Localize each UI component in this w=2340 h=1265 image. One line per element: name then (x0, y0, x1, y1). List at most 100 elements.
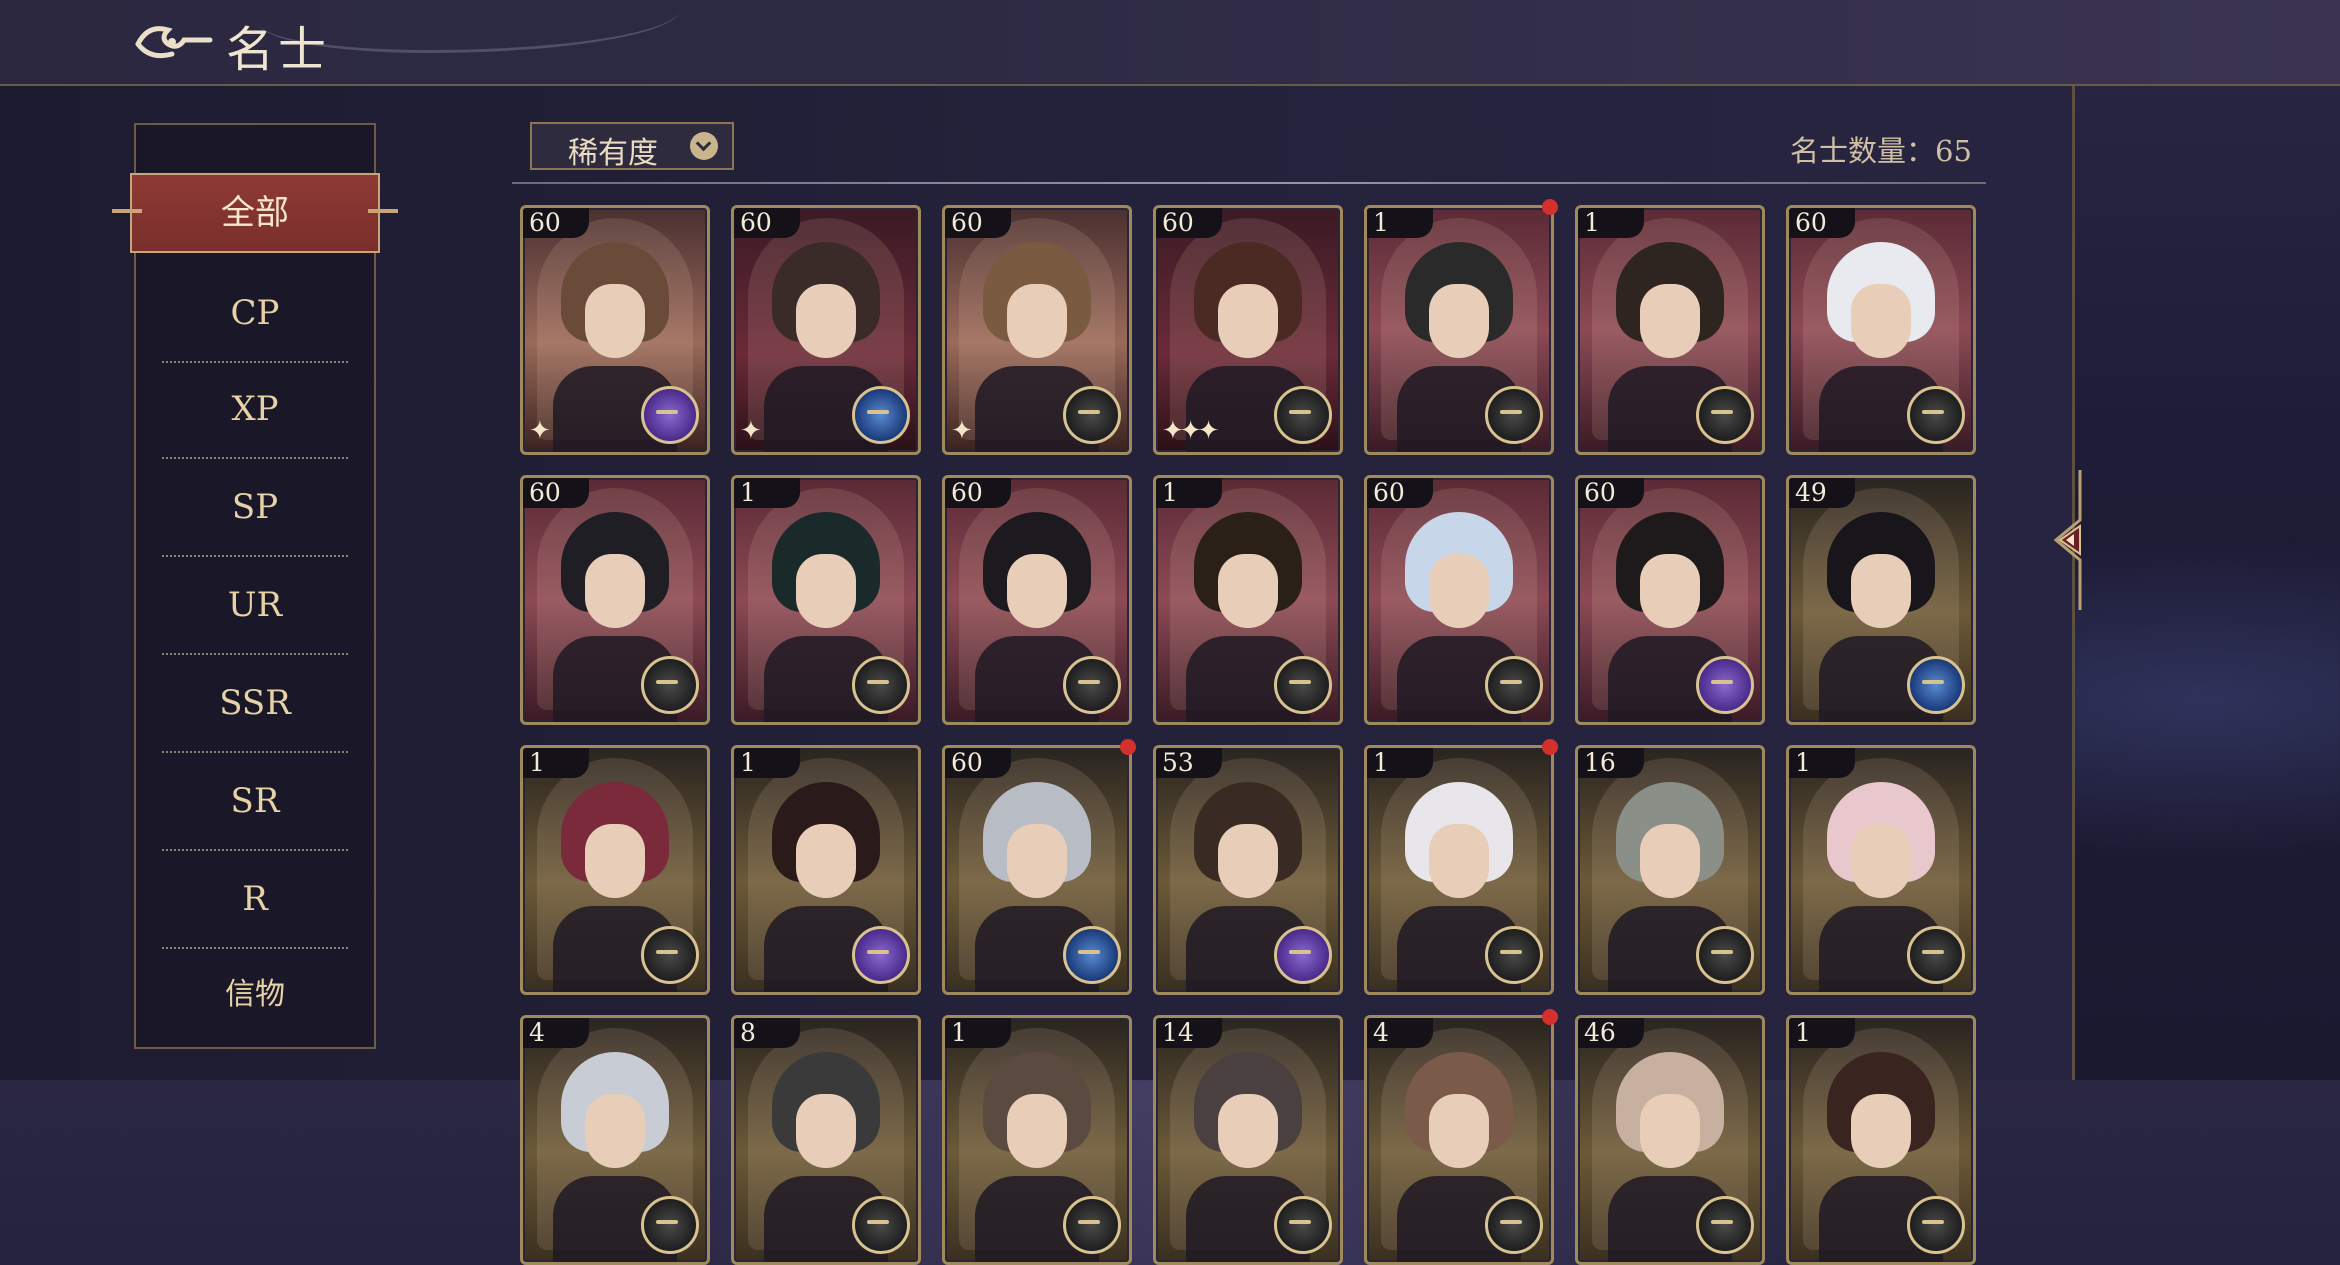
back-cloud-icon[interactable] (132, 14, 214, 68)
category-ssr-tab[interactable]: SSR (162, 655, 348, 753)
notification-dot (1542, 739, 1558, 755)
collapse-arrow-button[interactable] (2046, 470, 2094, 610)
character-card[interactable]: 60 (520, 475, 710, 725)
rarity-filter-label: 稀有度 (568, 136, 658, 171)
tab-ornament-right (368, 209, 398, 213)
faction-emblem-icon (1907, 926, 1965, 984)
notification-dot (1542, 199, 1558, 215)
character-face (1429, 554, 1489, 628)
character-face (585, 284, 645, 358)
character-card[interactable]: 1 (1786, 745, 1976, 995)
character-face (1851, 824, 1911, 898)
character-face (585, 554, 645, 628)
character-card[interactable]: 60 (942, 745, 1132, 995)
rarity-filter-dropdown[interactable]: 稀有度 (530, 122, 734, 171)
star-sparkle-icon: ✦✦✦ (1162, 416, 1219, 446)
level-badge: 60 (523, 208, 589, 238)
faction-emblem-icon (1274, 1196, 1332, 1254)
character-card[interactable]: 60 (1364, 475, 1554, 725)
character-card[interactable]: 1 (1575, 205, 1765, 455)
character-card[interactable]: 60 (1575, 475, 1765, 725)
character-card[interactable]: 1 (520, 745, 710, 995)
faction-emblem-icon (852, 386, 910, 444)
character-card[interactable]: 46 (1575, 1015, 1765, 1265)
character-card[interactable]: 60 ✦ (731, 205, 921, 455)
level-badge: 60 (1367, 478, 1433, 508)
character-card[interactable]: 8 (731, 1015, 921, 1265)
faction-emblem-icon (1063, 386, 1121, 444)
header-divider (512, 182, 1986, 184)
faction-emblem-icon (1274, 926, 1332, 984)
character-card[interactable]: 1 (731, 745, 921, 995)
level-badge: 1 (1367, 748, 1433, 778)
faction-emblem-icon (1907, 1196, 1965, 1254)
character-card[interactable]: 60 ✦✦✦ (1153, 205, 1343, 455)
character-count: 名士数量：65 (1790, 134, 1972, 168)
character-card[interactable]: 1 (1786, 1015, 1976, 1265)
character-card[interactable]: 4 (520, 1015, 710, 1265)
faction-emblem-icon (1696, 386, 1754, 444)
character-card[interactable]: 53 (1153, 745, 1343, 995)
level-badge: 8 (734, 1018, 800, 1048)
character-card[interactable]: 16 (1575, 745, 1765, 995)
character-face (1640, 824, 1700, 898)
character-card[interactable]: 1 (731, 475, 921, 725)
category-ur-tab[interactable]: UR (162, 557, 348, 655)
character-face (1218, 824, 1278, 898)
character-face (796, 1094, 856, 1168)
star-sparkle-icon: ✦ (951, 416, 973, 446)
faction-emblem-icon (1063, 1196, 1121, 1254)
category-r-tab[interactable]: R (162, 851, 348, 949)
character-card[interactable]: 60 (942, 475, 1132, 725)
tab-ornament-left (112, 209, 142, 213)
character-face (1851, 1094, 1911, 1168)
faction-emblem-icon (641, 1196, 699, 1254)
character-face (1851, 284, 1911, 358)
character-face (1429, 1094, 1489, 1168)
top-header: 名士 (0, 0, 2340, 86)
character-face (1007, 554, 1067, 628)
page-title: 名士 (226, 22, 331, 78)
character-card[interactable]: 1 (942, 1015, 1132, 1265)
level-badge: 60 (1156, 208, 1222, 238)
faction-emblem-icon (852, 656, 910, 714)
character-face (1640, 284, 1700, 358)
category-cp-tab[interactable]: CP (162, 265, 348, 363)
category-sp-tab[interactable]: SP (162, 459, 348, 557)
character-face (1218, 554, 1278, 628)
faction-emblem-icon (1485, 926, 1543, 984)
character-face (1640, 1094, 1700, 1168)
character-card[interactable]: 1 (1153, 475, 1343, 725)
character-card[interactable]: 60 (1786, 205, 1976, 455)
faction-emblem-icon (1274, 656, 1332, 714)
faction-emblem-icon (1696, 926, 1754, 984)
character-face (1007, 284, 1067, 358)
character-face (585, 1094, 645, 1168)
character-card[interactable]: 1 (1364, 205, 1554, 455)
character-card[interactable]: 49 (1786, 475, 1976, 725)
level-badge: 60 (523, 478, 589, 508)
category-all-tab[interactable]: 全部 (112, 173, 398, 253)
character-card[interactable]: 60 ✦ (942, 205, 1132, 455)
character-face (1429, 284, 1489, 358)
character-card[interactable]: 14 (1153, 1015, 1343, 1265)
category-sr-tab[interactable]: SR (162, 753, 348, 851)
faction-emblem-icon (1063, 656, 1121, 714)
faction-emblem-icon (641, 386, 699, 444)
level-badge: 1 (734, 478, 800, 508)
level-badge: 1 (1578, 208, 1644, 238)
level-badge: 1 (523, 748, 589, 778)
character-face (585, 824, 645, 898)
level-badge: 60 (1789, 208, 1855, 238)
level-badge: 60 (945, 478, 1011, 508)
faction-emblem-icon (1485, 386, 1543, 444)
faction-emblem-icon (1485, 656, 1543, 714)
character-card[interactable]: 60 ✦ (520, 205, 710, 455)
level-badge: 16 (1578, 748, 1644, 778)
character-card[interactable]: 1 (1364, 745, 1554, 995)
category-xp-tab[interactable]: XP (162, 361, 348, 459)
character-face (1640, 554, 1700, 628)
category-token-tab[interactable]: 信物 (162, 947, 348, 1043)
character-card[interactable]: 4 (1364, 1015, 1554, 1265)
level-badge: 1 (1156, 478, 1222, 508)
